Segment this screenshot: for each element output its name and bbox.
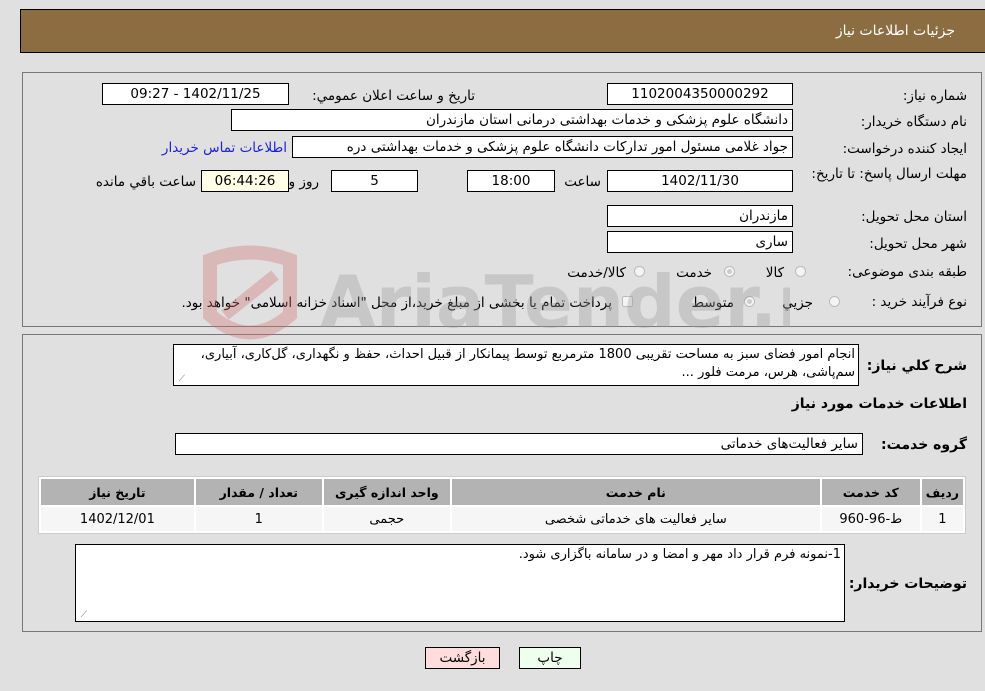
days-label: روز و bbox=[288, 174, 319, 190]
description-text: انجام امور فضای سبز به مساحت تقریبی 1800… bbox=[200, 347, 855, 380]
category-goods-service-label: کالا/خدمت bbox=[567, 265, 626, 281]
cell-unit: حجمی bbox=[323, 507, 450, 531]
announce-datetime-field[interactable]: 1402/11/25 - 09:27 bbox=[102, 83, 289, 105]
col-need-date: تاريخ نياز bbox=[41, 479, 194, 505]
page-title: جزئیات اطلاعات نیاز bbox=[835, 23, 955, 39]
announce-datetime-label: تاريخ و ساعت اعلان عمومي: bbox=[312, 88, 475, 104]
service-group-field[interactable]: ساير فعاليت‌های خدماتی bbox=[175, 433, 863, 455]
cell-need-date: 1402/12/01 bbox=[41, 507, 194, 531]
delivery-province-field[interactable]: مازندران bbox=[607, 205, 793, 227]
col-service-code: کد خدمت bbox=[821, 479, 920, 505]
creator-label: ايجاد کننده درخواست: bbox=[842, 141, 967, 157]
cell-row-number: 1 bbox=[921, 507, 963, 531]
category-service-radio[interactable] bbox=[724, 266, 735, 277]
deadline-time-field[interactable]: 18:00 bbox=[467, 170, 555, 192]
cell-service-code: ط-96-960 bbox=[821, 507, 920, 531]
service-group-label: گروه خدمت: bbox=[881, 437, 967, 453]
days-remaining-field[interactable]: 5 bbox=[331, 170, 418, 192]
col-unit: واحد اندازه گيری bbox=[323, 479, 450, 505]
purchase-type-label: نوع فرآيند خريد : bbox=[871, 294, 967, 310]
col-quantity: تعداد / مقدار bbox=[195, 479, 322, 505]
delivery-province-label: استان محل تحويل: bbox=[861, 209, 967, 225]
category-label: طبقه بندی موضوعی: bbox=[847, 264, 967, 280]
resize-grip-icon[interactable]: ⟋ bbox=[176, 375, 185, 384]
table-header-row: رديف کد خدمت نام خدمت واحد اندازه گيری ت… bbox=[41, 479, 963, 505]
col-service-name: نام خدمت bbox=[451, 479, 820, 505]
description-label: شرح کلي نياز: bbox=[866, 358, 967, 374]
delivery-city-label: شهر محل تحويل: bbox=[869, 236, 967, 252]
services-table-wrap: رديف کد خدمت نام خدمت واحد اندازه گيری ت… bbox=[38, 476, 966, 534]
buyer-org-label: نام دستگاه خريدار: bbox=[860, 114, 967, 130]
remaining-time-field: 06:44:26 bbox=[201, 170, 289, 192]
category-goods-label: کالا bbox=[765, 265, 784, 281]
cell-service-name: ساير فعاليت های خدماتی شخصی bbox=[451, 507, 820, 531]
back-button[interactable]: بازگشت bbox=[425, 647, 500, 669]
deadline-date-field[interactable]: 1402/11/30 bbox=[607, 170, 793, 192]
purchase-type-medium-label: متوسط bbox=[691, 295, 734, 311]
col-row-number: رديف bbox=[921, 479, 963, 505]
category-goods-radio[interactable] bbox=[795, 266, 806, 277]
print-button[interactable]: چاپ bbox=[519, 647, 581, 669]
cell-quantity: 1 bbox=[195, 507, 322, 531]
resize-grip-icon[interactable]: ⟋ bbox=[78, 611, 87, 620]
category-service-label: خدمت bbox=[676, 265, 712, 281]
purchase-type-medium-radio[interactable] bbox=[744, 296, 755, 307]
buyer-contact-link[interactable]: اطلاعات تماس خريدار bbox=[162, 140, 287, 156]
purchase-type-minor-label: جزيي bbox=[782, 295, 813, 311]
table-row: 1 ط-96-960 ساير فعاليت های خدماتی شخصی ح… bbox=[41, 507, 963, 531]
category-goods-service-radio[interactable] bbox=[634, 266, 645, 277]
services-heading: اطلاعات خدمات مورد نياز bbox=[791, 396, 967, 412]
need-number-label: شماره نیاز: bbox=[902, 88, 967, 104]
purchase-type-minor-radio[interactable] bbox=[829, 296, 840, 307]
buyer-notes-label: توضيحات خريدار: bbox=[848, 576, 967, 592]
creator-field[interactable]: جواد غلامی مسئول امور تدارکات دانشگاه عل… bbox=[292, 136, 793, 158]
treasury-bonds-checkbox[interactable] bbox=[622, 296, 633, 307]
buyer-notes-text: 1-نمونه فرم قرار داد مهر و امضا و در سام… bbox=[518, 547, 841, 562]
need-number-field[interactable]: 1102004350000292 bbox=[607, 83, 793, 105]
remaining-time-label: ساعت باقي مانده bbox=[95, 174, 196, 190]
buyer-org-field[interactable]: دانشگاه علوم پزشکی و خدمات بهداشتی درمان… bbox=[231, 109, 793, 131]
treasury-note: پرداخت تمام يا بخشی از مبلغ خريد،از محل … bbox=[181, 295, 612, 311]
services-table: رديف کد خدمت نام خدمت واحد اندازه گيری ت… bbox=[38, 476, 966, 534]
deadline-time-label: ساعت bbox=[564, 174, 601, 190]
delivery-city-field[interactable]: ساری bbox=[607, 231, 793, 253]
page-header: جزئیات اطلاعات نیاز bbox=[20, 9, 985, 53]
deadline-label: مهلت ارسال پاسخ: تا تاريخ: bbox=[811, 166, 967, 182]
buyer-notes-textarea[interactable]: 1-نمونه فرم قرار داد مهر و امضا و در سام… bbox=[75, 544, 845, 622]
description-textarea[interactable]: انجام امور فضای سبز به مساحت تقریبی 1800… bbox=[173, 344, 859, 386]
